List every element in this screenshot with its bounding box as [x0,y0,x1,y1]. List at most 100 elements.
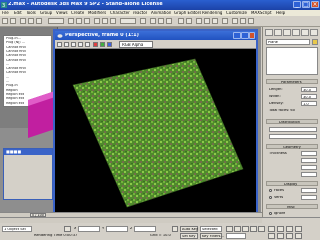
menu-rendering[interactable]: Rendering [202,11,222,15]
menu-character[interactable]: Character [110,11,130,15]
select-icon[interactable] [68,18,74,24]
menu-maxscript[interactable]: MAXScript [251,11,272,15]
bind-icon[interactable] [36,18,42,24]
menu-graph-editors[interactable]: Graph Editors [174,11,201,15]
y-coordinate-field[interactable] [106,226,128,232]
go-to-start-icon[interactable] [226,226,233,232]
modifier-stack-list[interactable] [266,47,318,75]
green-channel-icon[interactable] [100,42,105,47]
clear-icon[interactable] [85,42,90,47]
print-icon[interactable] [78,42,83,47]
zoom-extents-all-icon[interactable] [295,226,302,232]
object-color-swatch[interactable] [312,39,318,45]
distribution-rollout-header[interactable]: Distribution [266,119,318,124]
z-coordinate-field[interactable] [134,226,156,232]
menu-reactor[interactable]: reactor [133,11,147,15]
field-of-view-icon[interactable] [268,233,275,239]
hierarchy-tab-icon[interactable] [283,29,291,36]
thickness-min-field[interactable] [301,158,317,163]
zoom-icon[interactable] [268,226,275,232]
set-key-button[interactable]: Set Key [180,233,198,239]
thickness-max-field[interactable] [301,165,317,170]
mirror-icon[interactable] [178,18,184,24]
key-mode-dropdown[interactable]: Selected [200,226,222,232]
faces-radio[interactable] [269,189,272,192]
object-name-field[interactable]: Plane [266,39,310,45]
display-tab-icon[interactable] [301,29,309,36]
close-button[interactable]: × [311,1,319,8]
menu-tools[interactable]: Tools [26,11,36,15]
track-bar[interactable] [0,218,262,223]
modify-tab-icon[interactable] [274,29,282,36]
length-field[interactable]: 30.0 [301,87,317,92]
current-frame-field[interactable] [226,233,246,239]
utilities-tab-icon[interactable] [310,29,318,36]
quick-render-icon[interactable] [248,18,254,24]
play-icon[interactable] [242,226,249,232]
link-icon[interactable] [20,18,26,24]
zoom-extents-icon[interactable] [286,226,293,232]
menu-modifiers[interactable]: Modifiers [88,11,106,15]
blue-channel-icon[interactable] [107,42,112,47]
misc-rollout-header[interactable]: Misc [266,204,318,209]
faces-field[interactable] [301,188,317,193]
verts-radio[interactable] [269,196,272,199]
ignore-radio[interactable] [269,212,272,215]
render-minimize-button[interactable] [233,32,241,39]
schematic-icon[interactable] [212,18,218,24]
angle-snap-icon[interactable] [158,18,164,24]
menu-group[interactable]: Group [40,11,52,15]
render-frame-icon[interactable] [240,18,246,24]
curve-editor-icon[interactable] [204,18,210,24]
key-filters-button[interactable]: Key Filters... [200,233,224,239]
select-by-name-icon[interactable] [76,18,82,24]
clone-window-icon[interactable] [71,42,76,47]
align-icon[interactable] [186,18,192,24]
pan-icon[interactable] [277,233,284,239]
render-setup-icon[interactable] [232,18,238,24]
red-channel-icon[interactable] [93,42,98,47]
redo-icon[interactable] [10,18,16,24]
selection-filter-dropdown[interactable] [48,18,64,24]
save-image-icon[interactable] [57,42,62,47]
render-close-button[interactable] [249,32,255,39]
display-rollout-header[interactable]: Display [266,181,318,186]
menu-create[interactable]: Create [71,11,84,15]
snap-icon[interactable] [150,18,156,24]
reference-coord-dropdown[interactable] [120,18,136,24]
distribution-dropdown[interactable] [269,127,317,132]
parameters-rollout-header[interactable]: Parameters [266,79,318,84]
verts-field[interactable] [301,195,317,200]
copy-image-icon[interactable] [64,42,69,47]
thickness-field[interactable] [301,151,317,156]
channel-dropdown[interactable]: RGB Alpha [119,41,153,48]
auto-key-button[interactable]: Auto Key [180,226,198,232]
menu-edit[interactable]: Edit [14,11,22,15]
undo-icon[interactable] [2,18,8,24]
next-frame-icon[interactable] [250,226,257,232]
menu-customize[interactable]: Customize [226,11,247,15]
maximize-button[interactable]: □ [302,1,310,8]
maximize-viewport-icon[interactable] [295,233,302,239]
rotate-icon[interactable] [102,18,108,24]
region-select-icon[interactable] [84,18,90,24]
menu-animation[interactable]: Animation [151,11,171,15]
menu-views[interactable]: Views [56,11,68,15]
floating-window-titlebar[interactable]: ■■■■ [4,149,52,155]
go-to-end-icon[interactable] [258,226,265,232]
lock-selection-icon[interactable] [64,226,71,232]
density-field[interactable]: 1.0 [301,101,317,106]
width-field[interactable]: 30.0 [301,94,317,99]
menu-help[interactable]: Help [276,11,285,15]
render-window-titlebar[interactable]: Perspective, frame 0 (1:1) [55,31,256,40]
zoom-all-icon[interactable] [277,226,284,232]
thickness-var-field[interactable] [301,172,317,177]
render-maximize-button[interactable] [241,32,249,39]
motion-tab-icon[interactable] [292,29,300,36]
move-icon[interactable] [94,18,100,24]
create-tab-icon[interactable] [265,29,273,36]
key-icon[interactable] [172,226,178,232]
geometry-rollout-header[interactable]: Geometry [266,144,318,149]
x-coordinate-field[interactable] [78,226,100,232]
orbit-icon[interactable] [286,233,293,239]
